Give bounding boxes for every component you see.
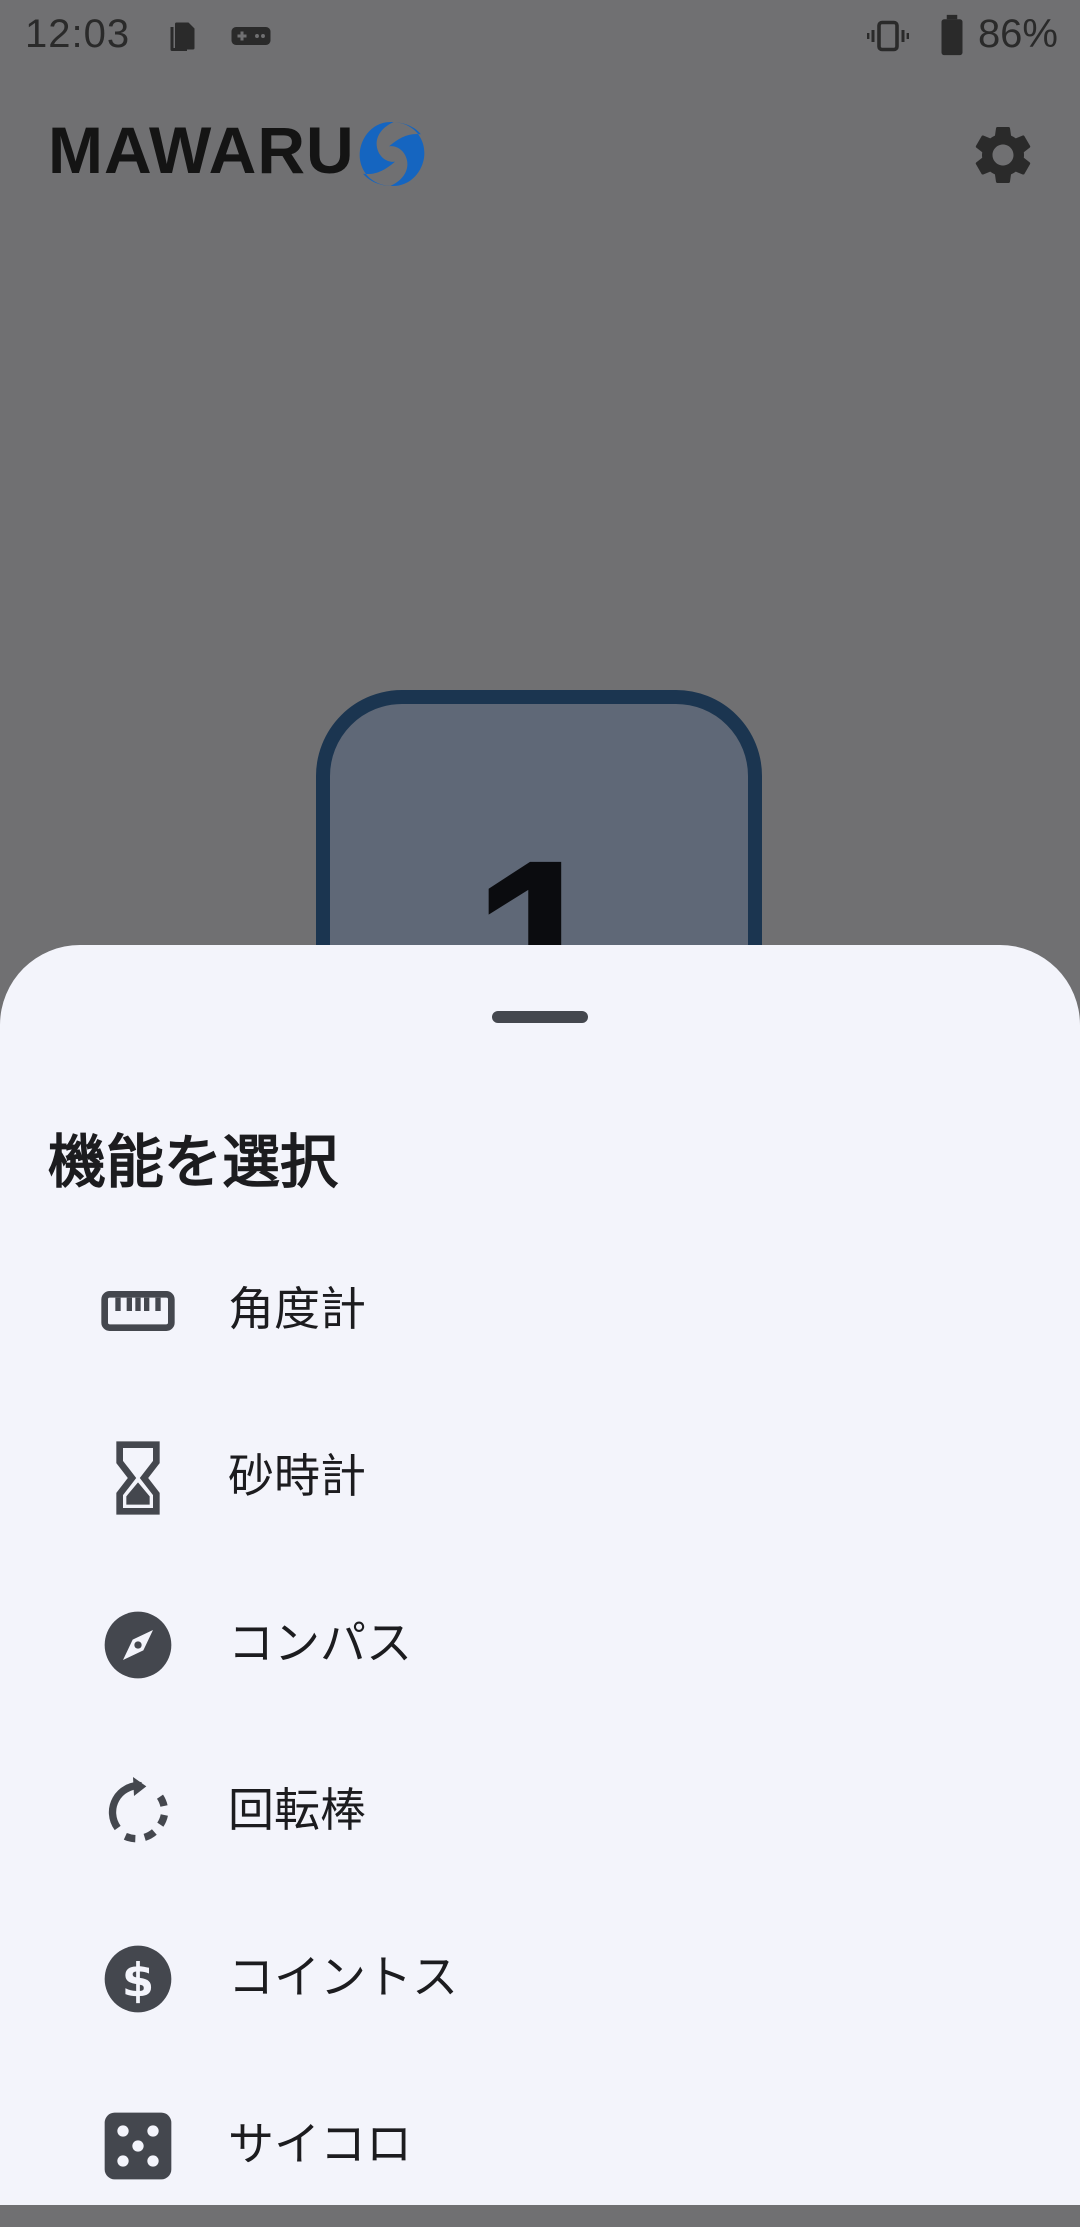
gear-icon[interactable] [968,120,1038,190]
menu-label: 砂時計 [228,1449,366,1503]
menu-label: コンパス [228,1616,412,1670]
menu-item-compass[interactable]: コンパス [0,1559,1080,1726]
menu-item-dice[interactable]: サイコロ [0,2060,1080,2227]
dice-icon [104,2112,172,2180]
feature-select-sheet: 機能を選択 角度計 砂時計 コンパス 回転棒 $ コイントス サイコロ [0,945,1080,2205]
menu-item-hourglass[interactable]: 砂時計 [0,1392,1080,1559]
cyclone-logo-icon [359,121,425,187]
battery-percent: 86% [977,12,1058,56]
ruler-icon [101,1291,175,1331]
feature-list: 角度計 砂時計 コンパス 回転棒 $ コイントス サイコロ [0,1225,1080,2227]
menu-item-rotating-stick[interactable]: 回転棒 [0,1726,1080,1893]
status-bar: 12:03 86% [0,0,1080,72]
menu-item-coin-toss[interactable]: $ コイントス [0,1893,1080,2060]
compass-icon [104,1611,172,1679]
battery-icon [941,14,963,56]
menu-label: 角度計 [228,1282,366,1336]
menu-label: サイコロ [228,2117,412,2171]
sheet-title: 機能を選択 [48,1128,339,1196]
sim-card-icon [170,22,195,51]
rotate-icon [108,1777,168,1843]
menu-item-protractor[interactable]: 角度計 [0,1225,1080,1392]
menu-label: 回転棒 [228,1783,366,1837]
drag-handle[interactable] [492,1011,588,1023]
hourglass-icon [116,1441,160,1515]
status-time: 12:03 [25,12,131,56]
gamepad-icon [231,27,271,45]
app-title: MAWARU [48,113,355,187]
menu-label: コイントス [228,1950,458,2004]
svg-text:$: $ [122,1954,154,2008]
vibrate-icon [867,20,909,52]
dollar-coin-icon: $ [104,1945,172,2013]
